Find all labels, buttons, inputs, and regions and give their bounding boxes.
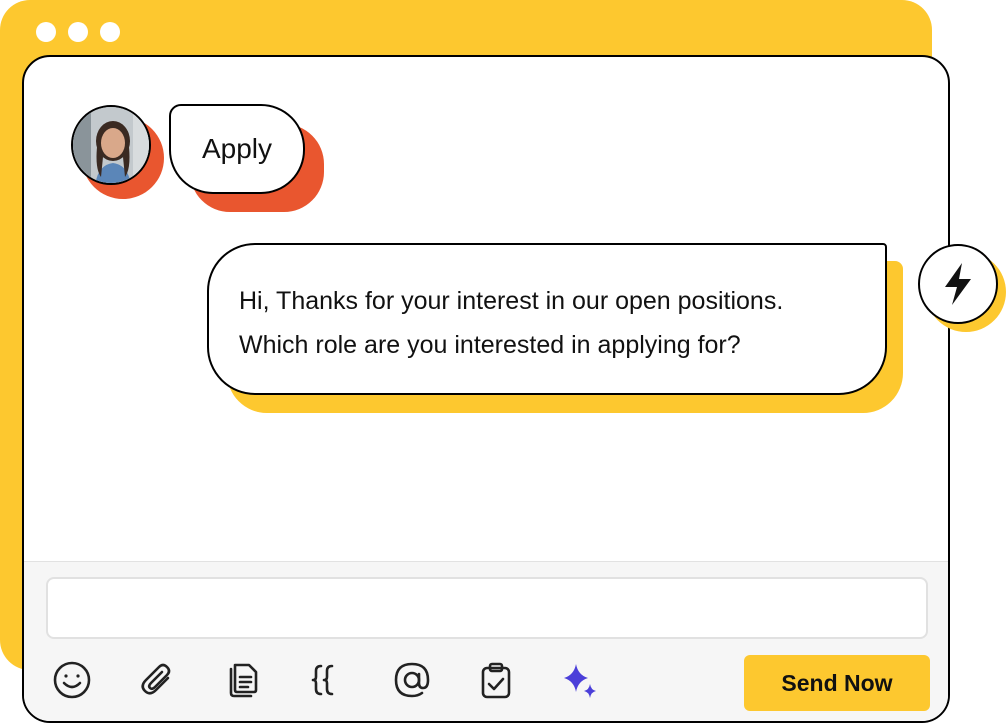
- composer: Send Now: [24, 561, 948, 721]
- bolt-badge: [918, 244, 998, 324]
- incoming-message-text: Apply: [201, 133, 273, 164]
- chat-window: Apply Hi, Thanks for your interest in ou…: [22, 55, 950, 723]
- emoji-icon[interactable]: [50, 658, 94, 702]
- window-dots: [36, 22, 120, 42]
- variable-braces-icon[interactable]: [306, 658, 350, 702]
- message-input[interactable]: [46, 577, 928, 639]
- window-dot: [68, 22, 88, 42]
- outgoing-message-line: Which role are you interested in applyin…: [239, 331, 741, 359]
- window-dot: [36, 22, 56, 42]
- template-icon[interactable]: [220, 658, 264, 702]
- send-now-button[interactable]: Send Now: [744, 655, 930, 711]
- outgoing-message-bubble: Hi, Thanks for your interest in our open…: [207, 243, 887, 395]
- clipboard-check-icon[interactable]: [474, 658, 518, 702]
- avatar: [71, 105, 151, 185]
- window-dot: [100, 22, 120, 42]
- ai-sparkle-icon[interactable]: [558, 658, 602, 702]
- incoming-message-bubble: Apply: [169, 104, 305, 194]
- paperclip-icon[interactable]: [136, 658, 180, 702]
- mention-icon[interactable]: [390, 658, 434, 702]
- outgoing-message-line: Hi, Thanks for your interest in our open…: [239, 287, 784, 315]
- lightning-bolt-icon: [945, 263, 971, 305]
